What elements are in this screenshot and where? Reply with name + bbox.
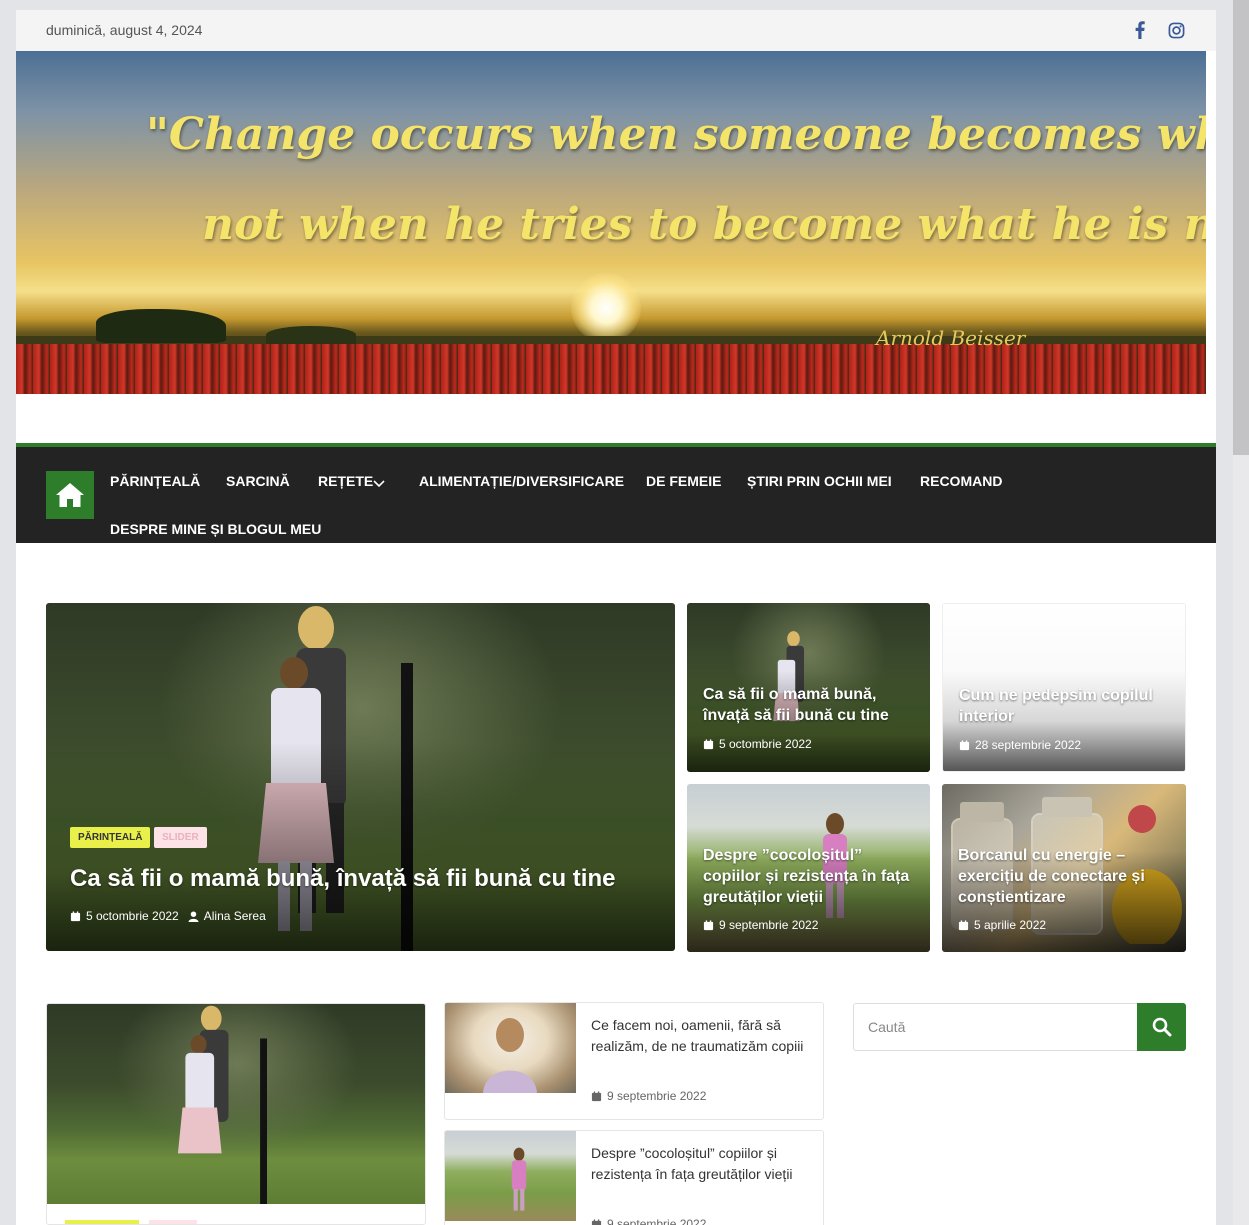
- post-date[interactable]: 9 septembrie 2022: [607, 1217, 706, 1225]
- featured-side-post[interactable]: Despre ”cocoloșitul” copiilor și reziste…: [687, 784, 930, 952]
- post-thumbnail[interactable]: [445, 1131, 576, 1221]
- post-date[interactable]: 9 septembrie 2022: [607, 1089, 706, 1103]
- nav-item-de-femeie[interactable]: DE FEMEIE: [646, 473, 721, 489]
- page-scrollbar[interactable]: [1233, 0, 1249, 1225]
- calendar-icon: [959, 739, 970, 750]
- featured-side-post[interactable]: Borcanul cu energie – exercițiu de conec…: [942, 784, 1186, 952]
- current-date: duminică, august 4, 2024: [46, 22, 203, 38]
- calendar-icon: [958, 919, 969, 930]
- user-icon: [188, 910, 199, 922]
- banner-sun: [571, 273, 641, 343]
- chevron-down-icon[interactable]: [373, 475, 385, 493]
- nav-item-recomand[interactable]: RECOMAND: [920, 473, 1002, 489]
- list-post-title[interactable]: Ce facem noi, oamenii, fără să realizăm,…: [591, 1015, 811, 1057]
- calendar-icon: [703, 738, 714, 749]
- calendar-icon: [591, 1218, 602, 1225]
- banner-poppy-field: [16, 344, 1206, 394]
- category-badge[interactable]: SLIDER: [154, 827, 207, 848]
- facebook-icon[interactable]: [1130, 20, 1150, 40]
- featured-side-post[interactable]: Cum ne pedepsim copilul interior 28 sept…: [942, 603, 1186, 772]
- post-author[interactable]: Alina Serea: [204, 909, 266, 923]
- category-badge[interactable]: PĂRINȚEALĂ: [70, 827, 151, 848]
- banner-quote-line1: "Change occurs when someone becomes who …: [146, 109, 1206, 160]
- post-date[interactable]: 5 aprilie 2022: [974, 918, 1046, 932]
- calendar-icon: [591, 1090, 602, 1101]
- search-icon: [1152, 1017, 1171, 1037]
- side-post-title[interactable]: Cum ne pedepsim copilul interior: [959, 685, 1174, 727]
- featured-main-meta: 5 octombrie 2022 Alina Serea: [70, 909, 266, 923]
- post-thumbnail[interactable]: [445, 1003, 576, 1093]
- thumbnail-woman: [483, 1018, 537, 1093]
- main-navigation: PĂRINȚEALĂ SARCINĂ REȚETE ALIMENTAȚIE/DI…: [16, 447, 1216, 543]
- nav-item-parinteala[interactable]: PĂRINȚEALĂ: [110, 473, 200, 489]
- side-post-title[interactable]: Ca să fii o mamă bună, învață să fii bun…: [703, 684, 913, 726]
- side-post-meta: 28 septembrie 2022: [959, 738, 1081, 752]
- nav-item-alimentatie[interactable]: ALIMENTAȚIE/DIVERSIFICARE: [419, 473, 624, 489]
- home-icon[interactable]: [46, 471, 94, 519]
- banner-trees: [266, 326, 356, 344]
- nav-item-stiri[interactable]: ȘTIRI PRIN OCHII MEI: [747, 473, 892, 489]
- post-date[interactable]: 5 octombrie 2022: [86, 909, 179, 923]
- top-bar: duminică, august 4, 2024: [16, 10, 1216, 51]
- banner-author: Arnold Beisser: [876, 326, 1026, 350]
- calendar-icon: [703, 919, 714, 930]
- post-thumbnail[interactable]: [47, 1004, 425, 1204]
- featured-main-post[interactable]: PĂRINȚEALĂ SLIDER Ca să fii o mamă bună,…: [46, 603, 675, 951]
- search-input[interactable]: [854, 1004, 1138, 1050]
- search-button[interactable]: [1137, 1003, 1186, 1051]
- thumbnail-child: [511, 1147, 527, 1211]
- instagram-icon[interactable]: [1166, 20, 1186, 40]
- list-post-meta: 9 septembrie 2022: [591, 1089, 706, 1103]
- list-post-title[interactable]: Despre ”cocoloșitul” copiilor și reziste…: [591, 1143, 811, 1185]
- nav-item-retete[interactable]: REȚETE: [318, 473, 373, 489]
- featured-side-post[interactable]: Ca să fii o mamă bună, învață să fii bun…: [687, 603, 930, 772]
- search-form: [853, 1003, 1186, 1051]
- post-card-large[interactable]: [46, 1003, 426, 1225]
- scrollbar-thumb[interactable]: [1233, 0, 1249, 455]
- thumbnail-people: [177, 1005, 267, 1204]
- category-badge-partial[interactable]: [65, 1220, 139, 1224]
- header-banner-image[interactable]: "Change occurs when someone becomes who …: [16, 51, 1206, 394]
- banner-trees: [96, 309, 226, 343]
- banner-quote-line2: not when he tries to become what he is n…: [202, 199, 1206, 250]
- side-post-title[interactable]: Despre ”cocoloșitul” copiilor și reziste…: [703, 845, 918, 908]
- page: duminică, august 4, 2024 "Change occurs …: [16, 10, 1216, 1225]
- list-post-meta: 9 septembrie 2022: [591, 1217, 706, 1225]
- side-post-title[interactable]: Borcanul cu energie – exercițiu de conec…: [958, 845, 1173, 908]
- nav-item-despre-mine[interactable]: DESPRE MINE ȘI BLOGUL MEU: [110, 521, 321, 537]
- post-date[interactable]: 28 septembrie 2022: [975, 738, 1081, 752]
- side-post-meta: 5 aprilie 2022: [958, 918, 1046, 932]
- post-date[interactable]: 5 octombrie 2022: [719, 737, 812, 751]
- nav-item-sarcina[interactable]: SARCINĂ: [226, 473, 290, 489]
- side-post-meta: 9 septembrie 2022: [703, 918, 818, 932]
- calendar-icon: [70, 910, 81, 921]
- post-date[interactable]: 9 septembrie 2022: [719, 918, 818, 932]
- featured-main-title[interactable]: Ca să fii o mamă bună, învață să fii bun…: [70, 865, 615, 893]
- post-list-item[interactable]: Ce facem noi, oamenii, fără să realizăm,…: [444, 1002, 824, 1120]
- side-post-meta: 5 octombrie 2022: [703, 737, 812, 751]
- post-list-item[interactable]: Despre ”cocoloșitul” copiilor și reziste…: [444, 1130, 824, 1225]
- category-badge-partial[interactable]: [149, 1220, 197, 1224]
